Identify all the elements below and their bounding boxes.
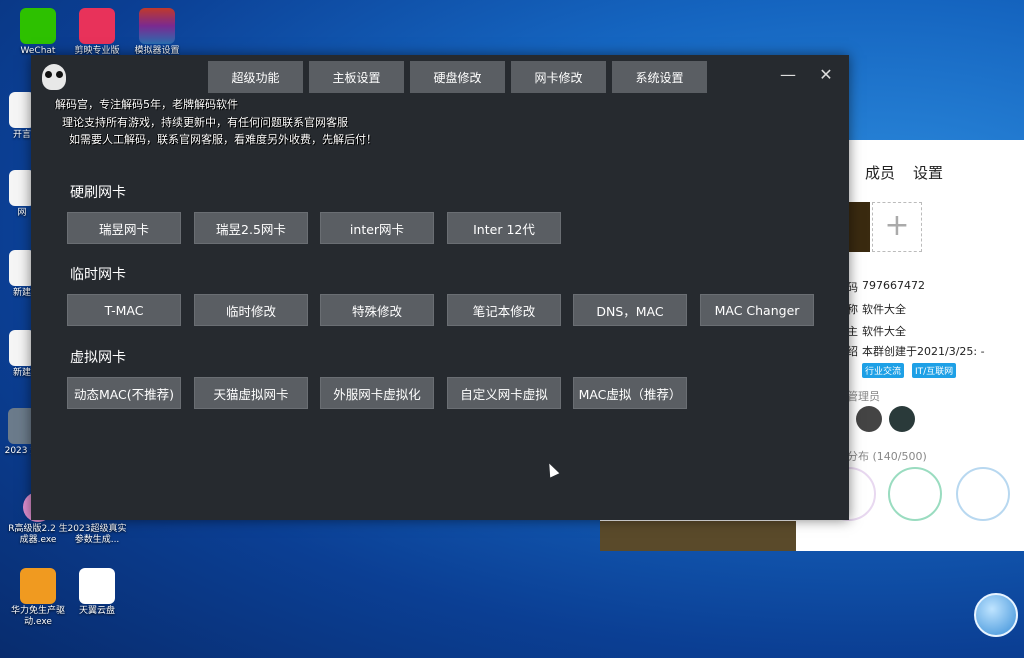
tab-members[interactable]: 成员: [865, 162, 895, 183]
add-member-button[interactable]: +: [872, 202, 922, 252]
minimize-icon[interactable]: —: [776, 65, 800, 84]
distribution-ring: [888, 467, 942, 521]
btn-t-mac[interactable]: T-MAC: [67, 294, 181, 326]
member-distribution: 分布 (140/500): [847, 450, 927, 463]
group-name[interactable]: 软件大全: [862, 301, 906, 317]
desktop-icon-label: 华力免生产驱动.exe: [10, 606, 65, 627]
tab-system-settings[interactable]: 系统设置: [612, 61, 707, 93]
group-nick[interactable]: 软件大全: [862, 323, 906, 339]
tab-settings[interactable]: 设置: [913, 162, 943, 183]
owl-logo-icon: [42, 64, 66, 90]
distribution-ring: [956, 467, 1010, 521]
notice-line: 解码宫，专注解码5年，老牌解码软件: [55, 98, 238, 111]
btn-mac-changer[interactable]: MAC Changer: [700, 294, 814, 326]
group-id: 797667472: [862, 279, 925, 292]
desktop-icon-label: R高级版2.2 生成器.exe: [8, 524, 68, 545]
btn-special-modify[interactable]: 特殊修改: [320, 294, 434, 326]
section-title-virtual-nic: 虚拟网卡: [70, 350, 126, 366]
desktop-icon-label: 2023超级真实参数生成...: [67, 524, 127, 545]
btn-dns-mac[interactable]: DNS，MAC: [573, 294, 687, 326]
notice-line: 如需要人工解码，联系官网客服，看难度另外收费，先解后付！: [69, 133, 377, 146]
btn-intel-12th[interactable]: Inter 12代: [447, 212, 561, 244]
taskbar-preview: [600, 521, 796, 551]
tab-super-functions[interactable]: 超级功能: [208, 61, 303, 93]
btn-dynamic-mac[interactable]: 动态MAC(不推荐): [67, 377, 181, 409]
btn-realtek-nic[interactable]: 瑞昱网卡: [67, 212, 181, 244]
admin-label: 管理员: [847, 390, 880, 403]
desktop-icon-winrar[interactable]: 模拟器设置: [127, 8, 187, 57]
admin-avatar[interactable]: [889, 406, 915, 432]
tag-industry: 行业交流: [862, 363, 905, 378]
btn-mac-virtual-recommended[interactable]: MAC虚拟（推荐）: [573, 377, 687, 409]
close-icon[interactable]: ✕: [814, 65, 838, 84]
desktop-icon-wechat[interactable]: WeChat: [8, 8, 68, 57]
btn-intel-nic[interactable]: inter网卡: [320, 212, 434, 244]
desktop-icon-label: 天翼云盘: [78, 606, 115, 616]
tab-disk-modify[interactable]: 硬盘修改: [410, 61, 505, 93]
desktop-icon-label: 开言: [12, 130, 31, 140]
btn-temp-modify[interactable]: 临时修改: [194, 294, 308, 326]
desktop-icon-label: 新建: [12, 368, 31, 378]
tab-nic-modify[interactable]: 网卡修改: [511, 61, 606, 93]
group-avatar: [846, 202, 870, 252]
group-intro: 本群创建于2021/3/25: -: [862, 345, 985, 358]
wechat-icon: [20, 8, 56, 44]
admin-avatar[interactable]: [856, 406, 882, 432]
btn-realtek-2-5-nic[interactable]: 瑞昱2.5网卡: [194, 212, 308, 244]
section-title-temp-nic: 临时网卡: [70, 267, 126, 283]
desktop-icon-label: 网: [17, 208, 27, 218]
desktop-icon-driver[interactable]: 华力免生产驱动.exe: [8, 568, 68, 628]
btn-overseas-nic-virtualize[interactable]: 外服网卡虚拟化: [320, 377, 434, 409]
winrar-icon: [139, 8, 175, 44]
btn-custom-nic-virtual[interactable]: 自定义网卡虚拟: [447, 377, 561, 409]
btn-laptop-modify[interactable]: 笔记本修改: [447, 294, 561, 326]
btn-tmall-virtual-nic[interactable]: 天猫虚拟网卡: [194, 377, 308, 409]
desktop-icon-label: 新建: [12, 288, 31, 298]
tab-motherboard-settings[interactable]: 主板设置: [309, 61, 404, 93]
mac-tool-window: 超级功能 主板设置 硬盘修改 网卡修改 系统设置 — ✕ 解码宫，专注解码5年，…: [31, 55, 849, 520]
floating-assistant-icon[interactable]: [974, 593, 1018, 637]
cloud-icon: [79, 568, 115, 604]
desktop-icon-cloud[interactable]: 天翼云盘: [67, 568, 127, 617]
driver-icon: [20, 568, 56, 604]
tag-it: IT/互联网: [912, 363, 957, 378]
notice-line: 理论支持所有游戏，持续更新中，有任何问题联系官网客服: [62, 116, 348, 129]
video-editor-icon: [79, 8, 115, 44]
desktop-icon-video-editor[interactable]: 剪映专业版: [67, 8, 127, 57]
section-title-hardware-nic: 硬刷网卡: [70, 185, 126, 201]
